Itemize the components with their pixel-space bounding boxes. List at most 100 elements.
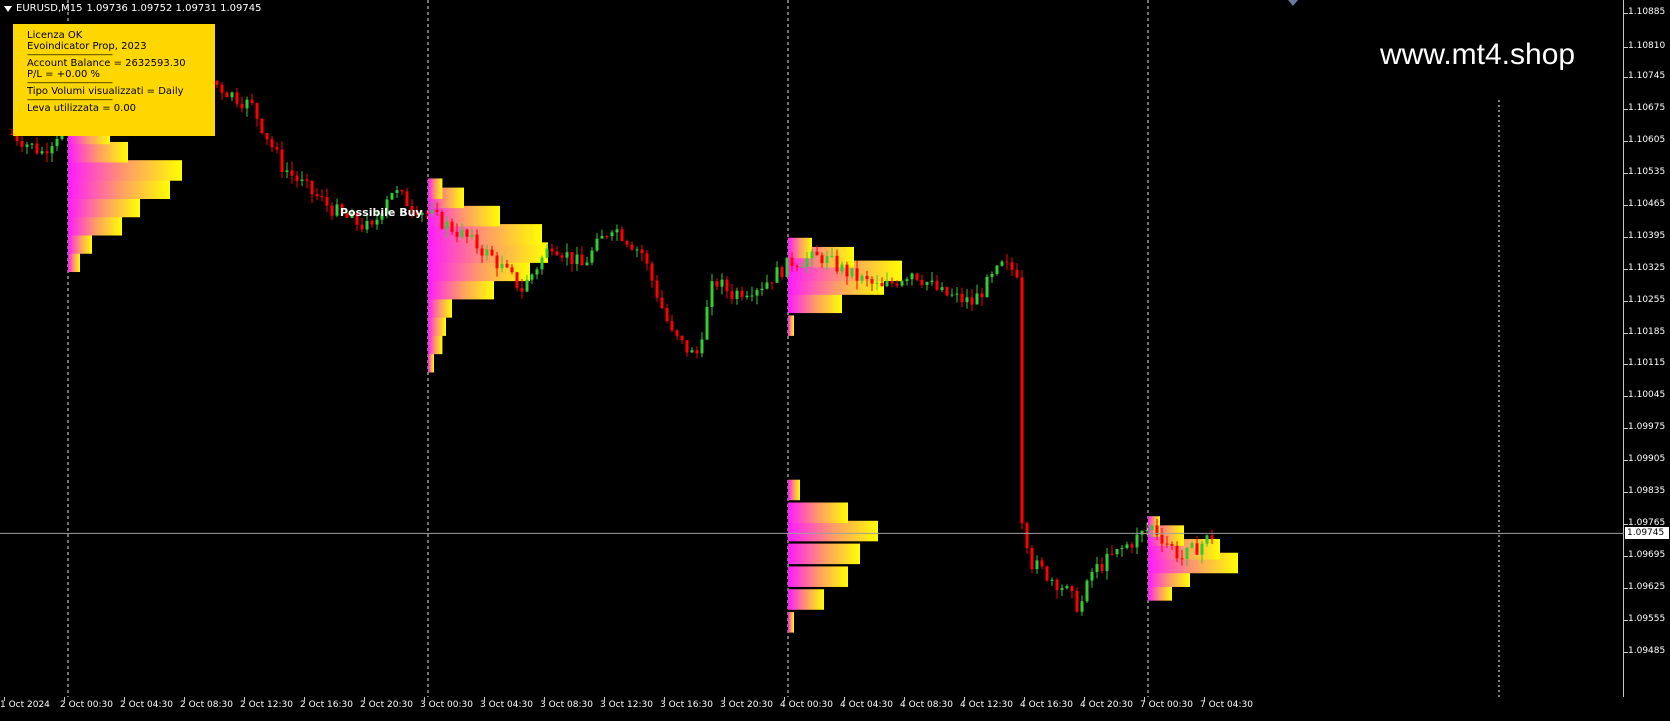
price-label: 1.10535: [1628, 166, 1666, 177]
candle-body: [1015, 269, 1019, 278]
candle-body: [1165, 543, 1169, 545]
candle-body: [20, 141, 24, 147]
volume-profile-bar: [428, 260, 530, 282]
candle-body: [825, 256, 829, 264]
price-label: 1.09695: [1628, 550, 1666, 561]
time-label: 2 Oct 16:30: [300, 700, 353, 710]
current-price-label: 1.09745: [1625, 527, 1669, 540]
candle-body: [855, 268, 859, 281]
candle-body: [765, 282, 769, 289]
candle-body: [685, 340, 689, 353]
time-label: 4 Oct 12:30: [960, 700, 1013, 710]
time-axis[interactable]: 1 Oct 2024 2 Oct 00:30 2 Oct 04:30 2 Oct 08…: [0, 697, 1624, 721]
candle-body: [680, 335, 684, 341]
candle-body: [910, 273, 914, 280]
candle-body: [1085, 580, 1089, 602]
candle-body: [615, 229, 619, 233]
price-label: 1.10675: [1628, 102, 1666, 113]
candle-body: [865, 275, 869, 280]
candle-body: [390, 192, 394, 200]
info-line-leverage: Leva utilizzata = 0.00: [27, 103, 137, 114]
candle-body: [260, 118, 264, 134]
candle-body: [545, 248, 549, 258]
time-label: 2 Oct 08:30: [180, 700, 233, 710]
watermark: www.mt4.shop: [1380, 38, 1576, 71]
candle-body: [1100, 564, 1104, 571]
candle-body: [1005, 261, 1009, 263]
volume-profile-bar: [788, 543, 860, 565]
candle-body: [360, 224, 364, 230]
candle-body: [595, 238, 599, 251]
volume-profile-bar: [788, 502, 848, 524]
candle-body: [540, 257, 544, 270]
candle-body: [530, 274, 534, 280]
time-label: 4 Oct 16:30: [1020, 700, 1073, 710]
candle-body: [775, 267, 779, 283]
volume-profile-bar: [428, 205, 500, 227]
candle-body: [660, 297, 664, 309]
candle-body: [300, 179, 304, 181]
candle-body: [310, 180, 314, 195]
candle-body: [1145, 530, 1149, 532]
candle-body: [935, 280, 939, 290]
volume-profile-bar: [788, 520, 878, 542]
candle-body: [710, 281, 714, 307]
candle-body: [1150, 525, 1154, 531]
candle-body: [560, 255, 564, 258]
candle-body: [1185, 547, 1189, 559]
candle-body: [785, 257, 789, 278]
candle-body: [620, 229, 624, 241]
volume-profile-bar: [788, 566, 848, 587]
price-label: 1.10185: [1628, 326, 1666, 337]
candle-body: [375, 219, 379, 225]
candle-body: [665, 308, 669, 322]
price-label: 1.10465: [1628, 198, 1666, 209]
candle-body: [1115, 549, 1119, 555]
candle-body: [235, 92, 239, 104]
candle-body: [1080, 601, 1084, 612]
candle-body: [745, 295, 749, 298]
candle-body: [780, 267, 784, 278]
candle-body: [290, 170, 294, 176]
price-label: 1.10255: [1628, 294, 1666, 305]
chart-area[interactable]: EURUSD,M15 1.09736 1.09752 1.09731 1.097…: [0, 0, 1624, 697]
candle-body: [655, 280, 659, 298]
candle-body: [590, 250, 594, 263]
candle-body: [430, 209, 434, 214]
time-label: 3 Oct 08:30: [540, 700, 593, 710]
time-label: 4 Oct 00:30: [780, 700, 833, 710]
time-label: 3 Oct 12:30: [600, 700, 653, 710]
candle-body: [695, 350, 699, 354]
candle-body: [940, 287, 944, 290]
candle-body: [1210, 535, 1214, 539]
candle-body: [840, 264, 844, 272]
candle-body: [35, 143, 39, 154]
candle-body: [835, 255, 839, 272]
candle-body: [670, 321, 674, 331]
candle-body: [580, 254, 584, 266]
candle-body: [250, 99, 254, 104]
price-axis[interactable]: 1.10885 1.10810 1.10745 1.10675 1.10605 1.105…: [1624, 0, 1670, 697]
time-label: 2 Oct 20:30: [360, 700, 413, 710]
candle-body: [30, 143, 34, 145]
candle-body: [1065, 586, 1069, 589]
price-label: 1.09835: [1628, 486, 1666, 497]
candle-body: [715, 281, 719, 287]
candle-body: [800, 266, 804, 268]
time-label: 2 Oct 00:30: [60, 700, 113, 710]
candle-body: [1030, 548, 1034, 570]
candle-body: [965, 297, 969, 303]
candle-body: [1095, 564, 1099, 572]
candle-body: [1170, 543, 1174, 546]
candle-body: [1200, 543, 1204, 555]
candle-body: [1205, 535, 1209, 544]
menu-triangle-icon[interactable]: [4, 5, 12, 12]
candle-body: [645, 253, 649, 264]
candle-body: [440, 212, 444, 229]
candle-body: [830, 255, 834, 257]
shift-marker-icon[interactable]: [1288, 0, 1298, 6]
volume-profile-bar: [68, 196, 140, 218]
price-chart[interactable]: [0, 0, 1624, 697]
ohlc-values: 1.09736 1.09752 1.09731 1.09745: [86, 3, 262, 14]
candle-body: [40, 151, 44, 154]
